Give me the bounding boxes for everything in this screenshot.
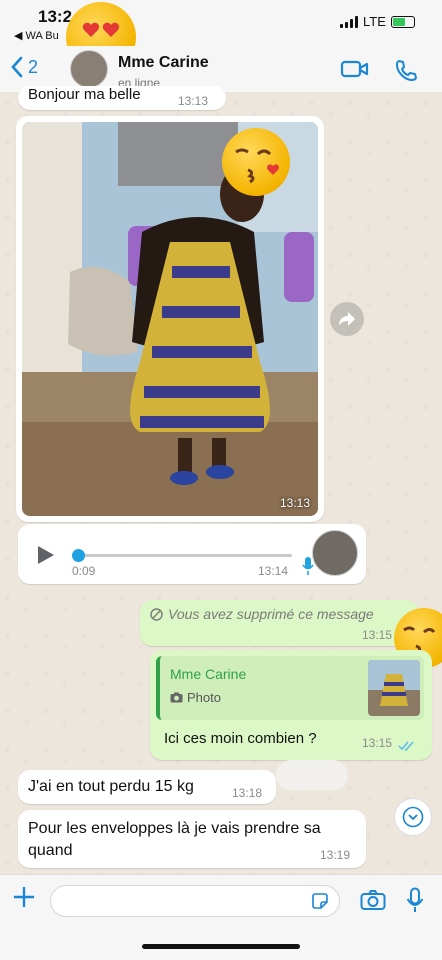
status-indicators: LTE (340, 14, 415, 29)
chevron-left-icon (11, 56, 23, 78)
camera-button[interactable] (360, 889, 386, 916)
deleted-row: Vous avez supprimé ce message (150, 606, 374, 622)
sticker-icon (312, 893, 328, 909)
audio-scrubber[interactable] (72, 549, 85, 562)
message-text: J'ai en tout perdu 15 kg (28, 778, 194, 795)
message-time: 13:15 (362, 628, 393, 642)
deleted-text: Vous avez supprimé ce message (168, 606, 374, 622)
chevron-down-icon (402, 806, 424, 828)
message-time: 13:15 (362, 736, 393, 750)
share-arrow-icon (339, 312, 355, 326)
plus-icon (14, 887, 34, 907)
video-camera-icon (340, 60, 369, 78)
camera-icon (360, 890, 386, 910)
deleted-message[interactable]: Vous avez supprimé ce message 13:15 (140, 600, 418, 646)
play-triangle-icon (38, 546, 54, 564)
contact-name[interactable]: Mme Carine (118, 54, 209, 72)
message-time: 13:19 (320, 848, 351, 862)
quote-label: Photo (187, 690, 221, 705)
message-bubble-incoming[interactable]: Bonjour ma belle 13:13 (18, 86, 226, 110)
video-call-button[interactable] (340, 58, 370, 85)
sender-avatar (312, 530, 358, 576)
attach-button[interactable] (12, 885, 36, 914)
play-button[interactable] (36, 544, 56, 571)
message-time: 13:18 (232, 786, 263, 800)
quoted-message[interactable]: Mme Carine Photo (156, 656, 424, 720)
double-check-icon (398, 738, 416, 756)
message-bubble-incoming[interactable]: Pour les enveloppes là je vais prendre s… (18, 810, 366, 868)
photo-time: 13:13 (279, 496, 310, 510)
message-text: Pour les enveloppes là je vais prendre s… (28, 820, 321, 859)
message-time: 13:14 (258, 564, 289, 578)
no-entry-icon (150, 607, 163, 621)
audio-progress-track[interactable] (76, 554, 292, 557)
sticker-button[interactable] (311, 892, 329, 915)
back-to-app[interactable]: ◀ WA Bu (14, 29, 59, 42)
camera-icon (170, 692, 183, 703)
avatar[interactable] (70, 50, 108, 88)
quote-thumbnail (368, 660, 420, 716)
scroll-to-bottom-button[interactable] (394, 798, 432, 836)
signal-icon (340, 15, 358, 28)
unread-count: 2 (28, 56, 39, 77)
message-text: Ici ces moin combien ? (164, 730, 317, 747)
voice-record-button[interactable] (406, 887, 424, 918)
home-indicator (142, 944, 300, 949)
audio-duration: 0:09 (72, 564, 96, 578)
kissing-emoji-icon (222, 128, 290, 196)
message-bubble-incoming[interactable]: J'ai en tout perdu 15 kg 13:18 (18, 770, 276, 804)
battery-icon (390, 15, 415, 28)
forward-button[interactable] (330, 302, 364, 336)
quote-label-row: Photo (170, 690, 221, 705)
back-button[interactable]: 2 (10, 56, 38, 78)
voice-call-button[interactable] (394, 58, 418, 87)
network-label: LTE (363, 14, 386, 29)
back-app-label: WA Bu (25, 30, 59, 42)
blur-patch (276, 760, 348, 790)
microphone-icon (406, 887, 424, 912)
message-input[interactable] (50, 885, 340, 917)
phone-icon (396, 60, 417, 81)
quote-author: Mme Carine (170, 666, 247, 682)
